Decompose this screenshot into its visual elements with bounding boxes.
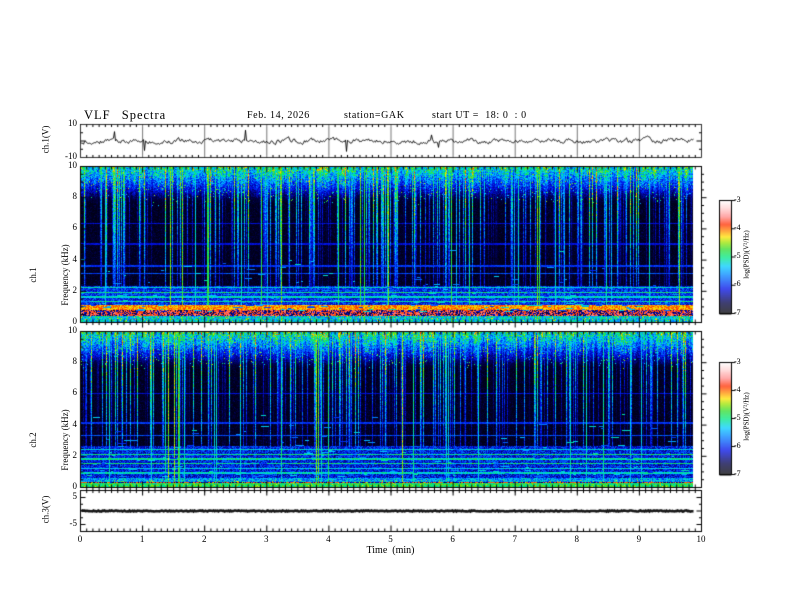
spec1-ylabel: ch.1 Frequency (kHz) [7,200,91,350]
vlf-spectra-figure: VLF Spectra Feb. 14, 2026 station=GAK st… [0,0,792,612]
spec2-y-tick-label: 10 [68,325,77,335]
x-tick-label: 1 [139,534,145,544]
title-start-ut: start UT = 18: 0 : 0 [432,110,527,121]
spec2-y-tick-label: 2 [72,449,78,460]
spec1-y-tick-label: 10 [68,160,77,170]
colorbar1-tick-label: -6 [734,279,741,289]
x-tick-label: 7 [512,534,517,544]
x-tick-label: 2 [201,534,207,544]
x-tick-label: 9 [636,534,642,544]
title-station: station=GAK [344,110,405,121]
x-tick-label: 4 [326,534,331,544]
x-tick-label: 0 [77,534,83,544]
spec2-y-tick-label: 6 [72,387,78,398]
ch3-y-tick-label: 5 [72,491,78,501]
x-tick-label: 10 [696,534,706,544]
title-date: Feb. 14, 2026 [247,110,310,121]
spec1-ylabel-channel: ch.1 [28,267,38,283]
ch3-y-tick-label: -5 [69,518,78,528]
x-axis-title: Time (min) [366,545,415,556]
colorbar2-tick-label: -7 [734,468,741,478]
spectra-plot-canvas [0,0,792,612]
spec2-y-tick-label: 8 [72,356,78,367]
colorbar1-tick-label: -7 [734,307,741,317]
x-tick-label: 5 [388,534,393,544]
ch1-y-tick-label: 10 [68,118,77,128]
colorbar1-tick-label: -5 [734,251,741,260]
colorbar2-tick-label: -5 [734,412,741,422]
x-tick-label: 8 [574,534,580,544]
colorbar1-tick-label: -4 [734,222,741,232]
x-tick-label: 6 [450,534,455,544]
spec2-y-tick-label: 0 [72,481,78,491]
spec1-y-tick-label: 6 [72,222,78,233]
x-tick-label: 3 [264,534,269,544]
colorbar2-tick-label: -4 [734,384,741,394]
colorbar2-tick-label: -3 [734,356,741,366]
page-title: VLF Spectra [84,108,167,122]
spec1-y-tick-label: 2 [72,284,78,295]
spec2-ylabel-channel: ch.2 [28,432,38,448]
colorbar2-tick-label: -6 [734,440,741,450]
colorbar1-tick-label: -3 [734,194,741,204]
spec1-y-tick-label: 8 [72,191,78,202]
spec2-y-tick-label: 4 [72,418,78,429]
spec1-y-tick-label: 4 [72,253,78,264]
